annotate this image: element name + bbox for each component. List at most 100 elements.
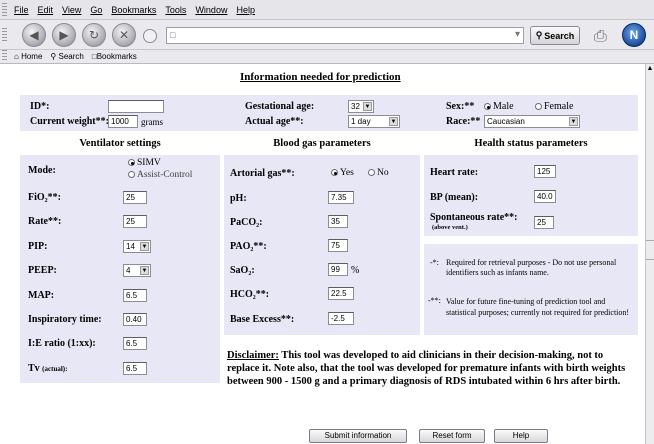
tv-input[interactable]: 6.5: [123, 362, 147, 375]
spontaneous-rate-sub: (above vent.): [432, 224, 468, 231]
radio-no[interactable]: [368, 169, 375, 177]
gestational-age-select[interactable]: 32 ▼: [348, 100, 374, 113]
menu-tools[interactable]: Tools: [165, 5, 186, 15]
toolbar-grip[interactable]: [2, 28, 7, 42]
dropdown-arrow-icon: ▼: [569, 117, 578, 126]
ie-ratio-input[interactable]: 6.5: [123, 337, 147, 350]
scrollbar-thumb[interactable]: [646, 240, 654, 260]
ie-ratio-label: I:E ratio (1:xx):: [28, 338, 96, 349]
reload-button[interactable]: ↻: [82, 23, 106, 47]
forward-arrow-icon: ▶: [59, 28, 69, 42]
spontaneous-rate-input[interactable]: 25: [534, 216, 554, 229]
dropdown-arrow-icon: ▼: [140, 242, 149, 251]
radio-simv[interactable]: [128, 159, 135, 167]
heart-rate-label: Heart rate:: [430, 167, 479, 178]
gestational-age-label: Gestational age:: [245, 101, 315, 112]
print-icon[interactable]: ⎙: [594, 26, 607, 46]
peep-select[interactable]: 4 ▼: [123, 264, 151, 277]
base-excess-label: Base Excess**:: [230, 314, 295, 325]
stop-icon: ✕: [118, 28, 130, 42]
magnifier-icon: ⚲: [535, 30, 543, 40]
toolbar-grip[interactable]: [2, 50, 7, 62]
paco2-label: PaCO₂:: [230, 217, 263, 228]
pip-select[interactable]: 14 ▼: [123, 240, 151, 253]
race-select[interactable]: Caucasian ▼: [484, 115, 580, 128]
bookmark-search[interactable]: ⚲ Search: [50, 52, 83, 61]
radio-male[interactable]: [484, 103, 491, 111]
paco2-input[interactable]: 35: [328, 215, 348, 228]
blood-gas-header: Blood gas parameters: [273, 138, 371, 149]
hco2-input[interactable]: 22.5: [328, 287, 354, 300]
inspiratory-time-input[interactable]: 0.40: [123, 313, 147, 326]
dropdown-icon[interactable]: ▾: [515, 29, 520, 40]
bp-mean-label: BP (mean):: [430, 192, 479, 203]
arterial-yes-option[interactable]: Yes: [331, 168, 354, 178]
pip-label: PIP:: [28, 241, 48, 252]
sex-male-option[interactable]: Male: [484, 101, 514, 112]
menu-help[interactable]: Help: [236, 5, 255, 15]
scroll-up-icon[interactable]: ▲: [646, 64, 654, 73]
submit-information-button[interactable]: Submit information: [309, 429, 407, 443]
sex-label: Sex:**: [446, 101, 475, 112]
actual-age-label: Actual age**:: [245, 116, 304, 127]
disclaimer-text: This tool was developed to aid clinician…: [227, 350, 626, 387]
disclaimer: Disclaimer: This tool was developed to a…: [227, 349, 637, 388]
map-label: MAP:: [28, 290, 55, 301]
weight-input[interactable]: 1000: [108, 115, 138, 128]
radio-assist-control[interactable]: [128, 171, 135, 179]
bp-mean-input[interactable]: 40.0: [534, 190, 556, 203]
dropdown-arrow-icon: ▼: [389, 117, 398, 126]
base-excess-input[interactable]: -2.5: [328, 312, 354, 325]
heart-rate-input[interactable]: 125: [534, 165, 556, 178]
id-input[interactable]: [108, 100, 164, 113]
mode-assist-option[interactable]: Assist-Control: [128, 170, 192, 180]
toolbar-grip[interactable]: [2, 3, 7, 17]
fio2-label: FiO₂**:: [28, 192, 61, 203]
home-icon: ⌂: [14, 52, 19, 61]
stop-button[interactable]: ✕: [112, 23, 136, 47]
home-page-button[interactable]: [143, 29, 157, 43]
help-button[interactable]: Help: [494, 429, 548, 443]
ph-input[interactable]: 7.35: [328, 191, 354, 204]
inspiratory-time-label: Inspiratory time:: [28, 314, 102, 325]
menu-go[interactable]: Go: [90, 5, 102, 15]
forward-button[interactable]: ▶: [52, 23, 76, 47]
reset-form-button[interactable]: Reset form: [419, 429, 485, 443]
menu-edit[interactable]: Edit: [38, 5, 54, 15]
radio-yes[interactable]: [331, 169, 338, 177]
menu-bookmarks[interactable]: Bookmarks: [111, 5, 156, 15]
url-input[interactable]: □ ▾: [166, 27, 524, 44]
arterial-no-option[interactable]: No: [368, 168, 389, 178]
bookmark-home[interactable]: ⌂ Home: [14, 52, 42, 61]
search-icon: ⚲: [50, 52, 57, 61]
actual-age-select[interactable]: 1 day ▼: [348, 115, 400, 128]
spontaneous-rate-label: Spontaneous rate**:: [430, 212, 518, 223]
menu-file[interactable]: File: [14, 5, 29, 15]
bookmark-bookmarks[interactable]: □Bookmarks: [92, 52, 137, 61]
sex-female-option[interactable]: Female: [535, 101, 573, 112]
hco2-label: HCO₂**:: [230, 289, 270, 300]
rate-label: Rate**:: [28, 216, 62, 227]
sao2-input[interactable]: 99: [328, 263, 348, 276]
search-button[interactable]: ⚲ Search: [530, 26, 580, 45]
ph-label: pH:: [230, 193, 247, 204]
pao2-label: PAO₂**:: [230, 241, 267, 252]
tv-label: Tv (actual):: [28, 363, 68, 374]
weight-unit: grams: [141, 117, 163, 127]
back-button[interactable]: ◀: [22, 23, 46, 47]
rate-input[interactable]: 25: [123, 215, 147, 228]
arterial-gas-label: Artorial gas**:: [230, 168, 295, 179]
map-input[interactable]: 6.5: [123, 289, 147, 302]
pao2-input[interactable]: 75: [328, 239, 348, 252]
weight-label: Current weight**:: [30, 116, 109, 127]
mode-simv-option[interactable]: SIMV: [128, 158, 161, 168]
vertical-scrollbar[interactable]: ▲: [645, 64, 654, 444]
fio2-input[interactable]: 25: [123, 191, 147, 204]
menu-window[interactable]: Window: [195, 5, 227, 15]
menu-view[interactable]: View: [62, 5, 81, 15]
page-title: Information needed for prediction: [240, 71, 401, 83]
radio-female[interactable]: [535, 103, 542, 111]
menu-bar: File Edit View Go Bookmarks Tools Window…: [0, 0, 654, 20]
race-label: Race:**: [446, 116, 481, 127]
health-status-header: Health status parameters: [474, 138, 588, 149]
